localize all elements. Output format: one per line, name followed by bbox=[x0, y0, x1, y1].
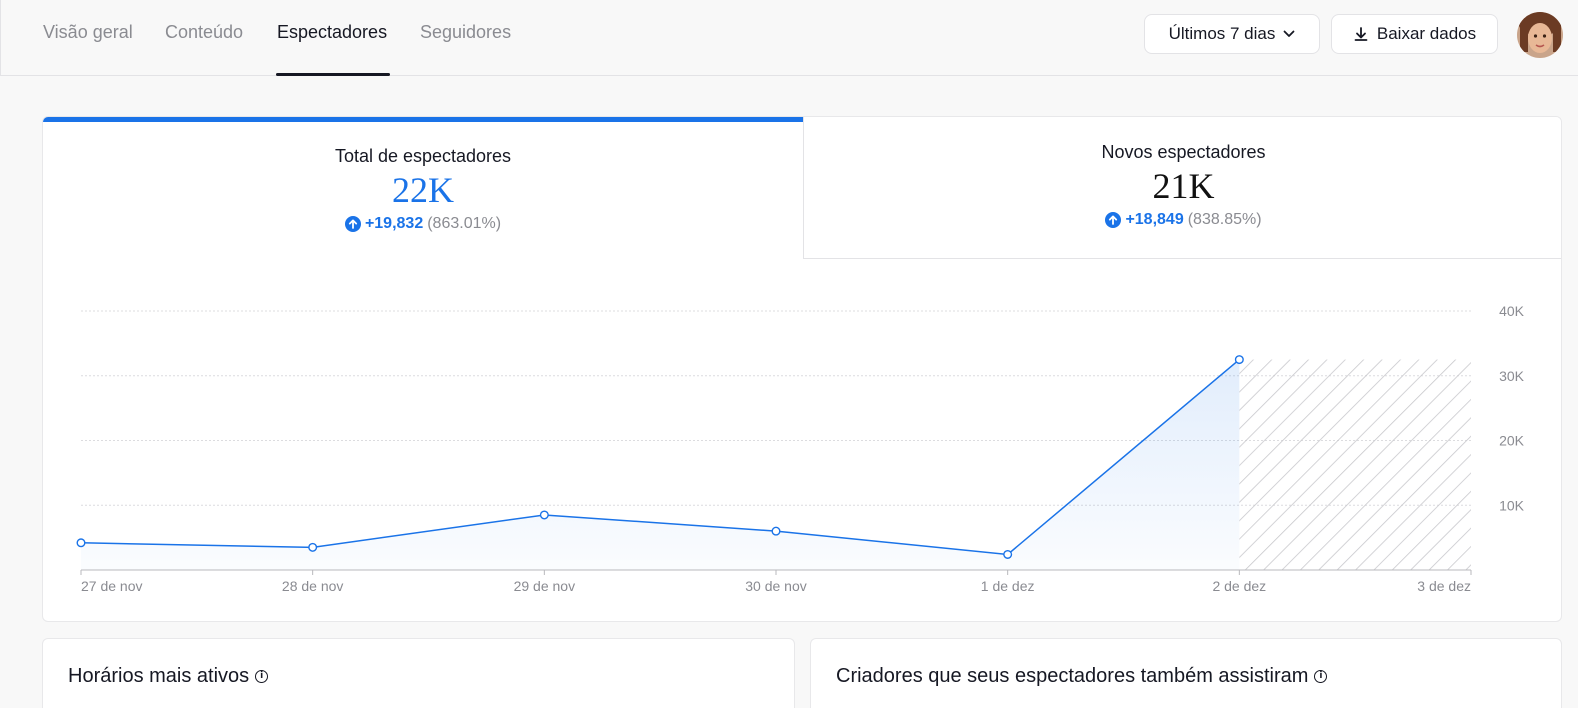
metric-delta: +19,832 bbox=[364, 215, 424, 232]
tab-overview[interactable]: Visão geral bbox=[43, 22, 133, 43]
x-tick-label: 1 de dez bbox=[981, 578, 1035, 594]
download-data-button[interactable]: Baixar dados bbox=[1331, 14, 1498, 54]
download-icon bbox=[1354, 27, 1368, 41]
chevron-down-icon bbox=[1283, 30, 1295, 37]
x-tick-label: 29 de nov bbox=[514, 578, 576, 594]
y-tick-label: 30K bbox=[1499, 368, 1525, 384]
metric-tab-total-viewers[interactable]: Total de espectadores 22K +19,832 (863.0… bbox=[43, 117, 803, 259]
active-tab-indicator bbox=[276, 73, 390, 76]
metric-percent: (863.01%) bbox=[427, 215, 502, 232]
download-label: Baixar dados bbox=[1376, 24, 1477, 43]
data-point bbox=[308, 542, 318, 552]
data-point bbox=[1003, 549, 1013, 559]
y-tick-label: 10K bbox=[1499, 497, 1525, 513]
data-point bbox=[539, 510, 549, 520]
arrow-up-circle-icon bbox=[344, 216, 361, 232]
avatar-image bbox=[1517, 12, 1563, 58]
metric-percent: (838.85%) bbox=[1187, 211, 1262, 228]
metric-label: Novos espectadores bbox=[1101, 142, 1266, 162]
active-hours-card: Horários mais ativos i bbox=[42, 638, 795, 708]
y-tick-label: 20K bbox=[1499, 433, 1525, 449]
avatar[interactable] bbox=[1517, 12, 1563, 58]
viewers-chart-card: 40K 30K 20K 10K 27 de nov 28 de nov 29 de nov 3… bbox=[42, 116, 1562, 622]
data-point bbox=[771, 526, 781, 536]
metric-value: 22K bbox=[392, 170, 454, 210]
top-navigation: Visão geral Conteúdo Espectadores Seguid… bbox=[0, 0, 1578, 76]
active-hours-title: Horários mais ativos i bbox=[68, 665, 269, 688]
x-tick-label: 3 de dez bbox=[1417, 578, 1471, 594]
section-title: Horários mais ativos bbox=[68, 665, 250, 687]
arrow-up-circle-icon bbox=[1105, 212, 1122, 228]
creators-title: Criadores que seus espectadores também a… bbox=[836, 665, 1328, 688]
date-range-dropdown[interactable]: Últimos 7 dias bbox=[1144, 14, 1320, 54]
info-icon[interactable]: i bbox=[255, 670, 269, 683]
x-tick-label: 30 de nov bbox=[745, 578, 807, 594]
hatched-region bbox=[1239, 359, 1471, 570]
date-range-label: Últimos 7 dias bbox=[1168, 24, 1276, 43]
tab-content[interactable]: Conteúdo bbox=[165, 22, 243, 43]
data-point bbox=[1234, 355, 1244, 365]
tab-viewers[interactable]: Espectadores bbox=[277, 22, 387, 43]
data-point bbox=[76, 538, 86, 548]
metric-delta: +18,849 bbox=[1125, 211, 1184, 228]
metric-change: +19,832 (863.01%) bbox=[344, 215, 502, 233]
y-tick-label: 40K bbox=[1499, 303, 1525, 319]
area-fill bbox=[81, 359, 1240, 570]
metric-value: 21K bbox=[1152, 166, 1215, 206]
section-title: Criadores que seus espectadores também a… bbox=[836, 665, 1309, 687]
metric-change: +18,849 (838.85%) bbox=[1105, 211, 1262, 229]
tab-followers[interactable]: Seguidores bbox=[420, 22, 511, 43]
x-tick-label: 2 de dez bbox=[1212, 578, 1266, 594]
x-tick-label: 27 de nov bbox=[81, 578, 143, 594]
info-icon[interactable]: i bbox=[1314, 670, 1328, 683]
metric-label: Total de espectadores bbox=[334, 146, 512, 166]
x-tick-label: 28 de nov bbox=[282, 578, 344, 594]
metric-tab-new-viewers[interactable]: Novos espectadores 21K +18,849 (838.85%) bbox=[803, 117, 1561, 259]
creators-card: Criadores que seus espectadores também a… bbox=[810, 638, 1562, 708]
